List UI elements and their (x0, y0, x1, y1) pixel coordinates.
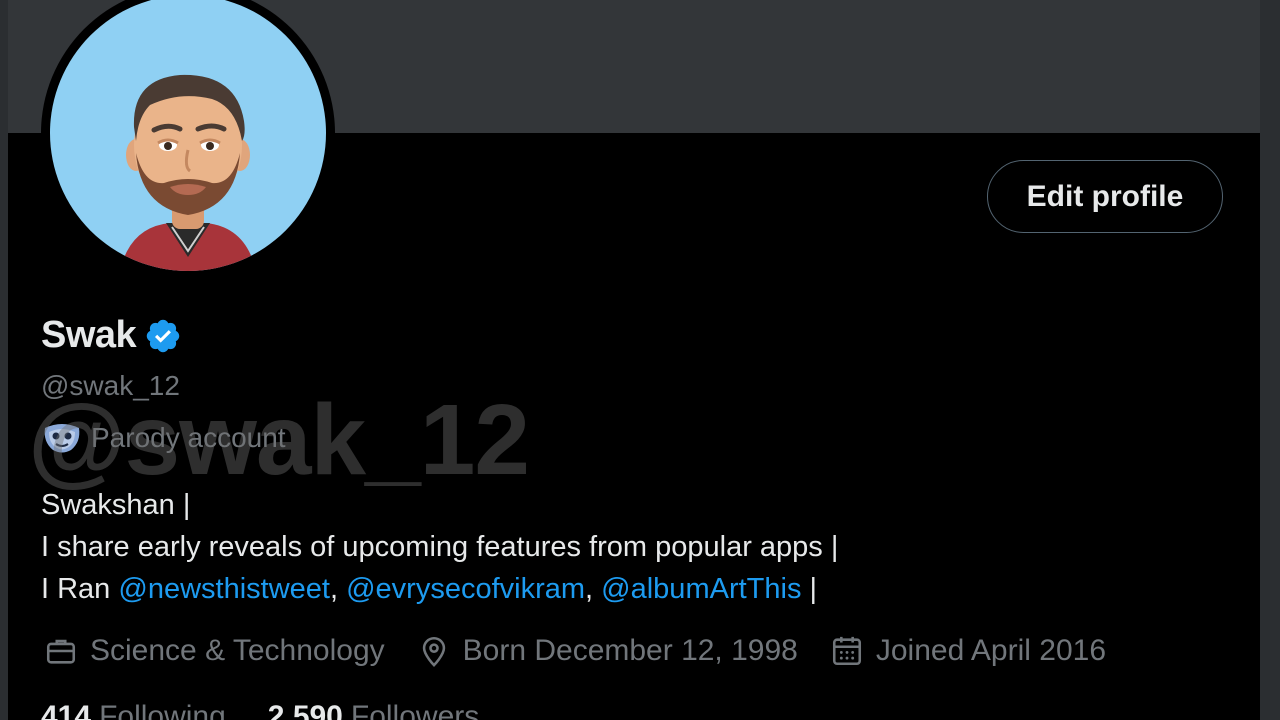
bio-line-3-suffix: | (809, 573, 818, 605)
meta-birthday: Born December 12, 1998 (417, 634, 798, 668)
following-count[interactable]: 414 (41, 700, 91, 720)
meta-joined-text: Joined April 2016 (875, 634, 1107, 667)
followers-count[interactable]: 2,590 (268, 700, 343, 720)
profile-handle: @swak_12 (41, 370, 180, 401)
meta-category-text: Science & Technology (90, 634, 385, 667)
mention-link[interactable]: @evrysecofvikram (346, 573, 585, 605)
bio-line-3: I Ran @newsthistweet, @evrysecofvikram, … (41, 568, 838, 610)
profile-bio: Swakshan | I share early reveals of upco… (41, 484, 838, 610)
calendar-icon (832, 636, 861, 666)
avatar[interactable] (50, 0, 326, 271)
verified-badge-icon[interactable] (144, 317, 182, 355)
profile-page: Edit profile Swak @swak_12 Parody accoun… (8, 0, 1260, 720)
followers-label[interactable]: Followers (351, 700, 479, 720)
meta-joined: Joined April 2016 (830, 634, 1106, 668)
name-row: Swak (41, 314, 182, 357)
bio-separator: , (329, 573, 339, 605)
parody-label[interactable]: Parody account (41, 420, 286, 456)
parody-label-text: Parody account (91, 422, 286, 453)
follow-stats: 414 Following 2,590 Followers (41, 700, 521, 720)
briefcase-icon (46, 639, 76, 664)
bio-separator: , (585, 573, 594, 605)
meta-birthday-text: Born December 12, 1998 (462, 634, 798, 667)
display-name: Swak (41, 314, 137, 356)
mention-link[interactable]: @albumArtThis (601, 573, 801, 605)
bio-line-2: I share early reveals of upcoming featur… (41, 531, 839, 563)
bio-line-3-prefix: I Ran (41, 573, 111, 605)
memoji-avatar-icon (120, 74, 256, 271)
parody-mask-icon (44, 424, 80, 453)
edit-profile-button[interactable]: Edit profile (987, 160, 1223, 233)
meta-category: Science & Technology (44, 634, 385, 668)
following-label[interactable]: Following (99, 700, 226, 720)
bio-line-1: Swakshan | (41, 489, 191, 521)
profile-meta: Science & Technology Born December 12, 1… (44, 634, 1138, 668)
mention-link[interactable]: @newsthistweet (118, 573, 330, 605)
location-pin-icon (422, 636, 445, 667)
